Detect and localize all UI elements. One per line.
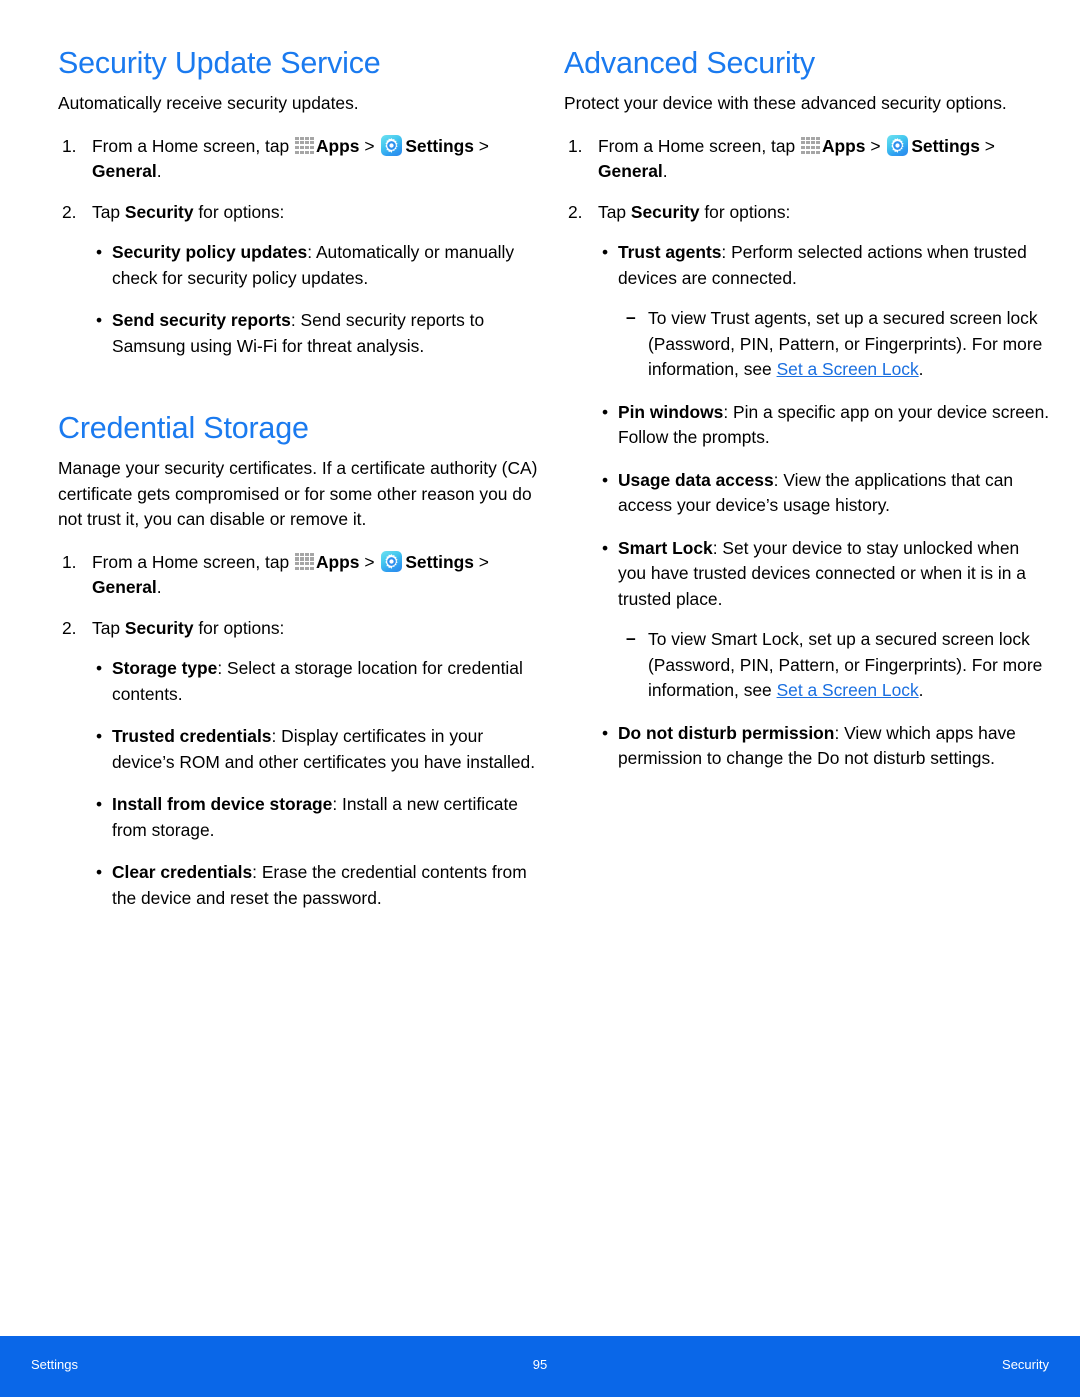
step-number: 2.: [568, 201, 583, 222]
right-column: Advanced Security Protect your device wit…: [564, 46, 1051, 928]
bullet-dot-icon: •: [602, 242, 609, 263]
numbered-step: 2. Tap Security for options:: [58, 200, 545, 226]
option-bullet: • Clear credentials: Erase the credential…: [58, 860, 545, 911]
sub-note: – To view Trust agents, set up a secured …: [626, 307, 1043, 380]
numbered-step: 2. Tap Security for options:: [58, 616, 545, 642]
section-heading: Security Update Service: [58, 46, 381, 80]
settings-gear-icon: [381, 550, 403, 572]
bullet-dot-icon: •: [96, 310, 103, 331]
bullet-dot-icon: •: [96, 726, 103, 747]
apps-grid-icon: [295, 136, 314, 155]
general-label: General: [598, 161, 663, 182]
bullet-dot-icon: •: [602, 722, 609, 743]
step-number: 2.: [62, 617, 77, 638]
step-list: 1. From a Home screen, tap Apps > Setting…: [564, 134, 1051, 226]
option-bullet: • Install from device storage: Install a …: [58, 792, 545, 843]
option-term: Install from device storage: [112, 794, 333, 815]
option-term: Do not disturb permission: [618, 722, 835, 743]
section-heading: Credential Storage: [58, 411, 309, 446]
step-number: 1.: [568, 135, 583, 156]
section-heading: Advanced Security: [564, 46, 815, 80]
option-term: Clear credentials: [112, 862, 253, 883]
option-bullet: • Do not disturb permission: View which a…: [564, 721, 1051, 772]
option-term: Smart Lock: [618, 537, 713, 558]
option-list: • Storage type: Select a storage location…: [58, 656, 545, 911]
option-bullet: • Pin windows: Pin a specific app on your…: [564, 400, 1051, 451]
security-label: Security: [630, 201, 700, 222]
section-intro-text: Protect your device with these advanced …: [564, 93, 1007, 114]
settings-gear-icon: [381, 134, 403, 156]
section-intro-text: Manage your security certificates. If a …: [58, 458, 538, 530]
footer-page-number: 95: [532, 1357, 548, 1372]
option-bullet: • Smart Lock: Set your device to stay unl…: [564, 536, 1051, 704]
option-bullet: • Storage type: Select a storage location…: [58, 656, 545, 707]
general-label: General: [92, 161, 157, 182]
option-term: Trust agents: [618, 242, 722, 263]
bullet-dot-icon: •: [602, 469, 609, 490]
apps-grid-icon: [801, 136, 820, 155]
settings-label: Settings: [911, 135, 980, 156]
option-term: Security policy updates: [112, 242, 308, 263]
option-term: Send security reports: [112, 310, 291, 331]
bullet-dot-icon: •: [602, 537, 609, 558]
apps-label: Apps: [316, 135, 360, 156]
bullet-dot-icon: •: [602, 401, 609, 422]
apps-grid-icon: [295, 552, 314, 571]
step-list: 1. From a Home screen, tap Apps > Setting…: [58, 134, 545, 226]
dash-bullet-icon: –: [626, 307, 636, 328]
bullet-dot-icon: •: [96, 658, 103, 679]
section-intro-text: Automatically receive security updates.: [58, 93, 359, 114]
step-number: 2.: [62, 201, 77, 222]
option-bullet: • Trusted credentials: Display certificat…: [58, 724, 545, 775]
option-bullet: • Usage data access: View the application…: [564, 468, 1051, 519]
option-bullet: • Send security reports: Send security re…: [58, 308, 545, 359]
page-footer: Settings 95 Security: [0, 1336, 1080, 1397]
settings-label: Settings: [405, 135, 474, 156]
footer-right-label: Security: [1002, 1357, 1049, 1372]
numbered-step: 1. From a Home screen, tap Apps > Setting…: [62, 134, 489, 182]
cross-reference-link[interactable]: Set a Screen Lock: [777, 680, 919, 700]
bullet-dot-icon: •: [96, 794, 103, 815]
numbered-step: 1. From a Home screen, tap Apps > Setting…: [62, 550, 489, 598]
sub-note: – To view Smart Lock, set up a secured sc…: [626, 628, 1043, 701]
dash-bullet-icon: –: [626, 628, 636, 649]
option-list: • Security policy updates: Automatically …: [58, 240, 545, 359]
option-term: Usage data access: [618, 469, 774, 490]
security-label: Security: [124, 617, 194, 638]
settings-gear-icon: [887, 134, 909, 156]
two-column-body: Security Update Service Automatically rec…: [0, 46, 1080, 928]
option-term: Pin windows: [618, 401, 724, 422]
numbered-step: 1. From a Home screen, tap Apps > Setting…: [568, 134, 995, 182]
general-label: General: [92, 577, 157, 598]
security-label: Security: [124, 201, 194, 222]
apps-label: Apps: [822, 135, 866, 156]
option-term: Trusted credentials: [112, 726, 272, 747]
option-bullet: • Trust agents: Perform selected actions …: [564, 240, 1051, 383]
option-bullet: • Security policy updates: Automatically …: [58, 240, 545, 291]
bullet-dot-icon: •: [96, 862, 103, 883]
settings-label: Settings: [405, 551, 474, 572]
step-number: 1.: [62, 551, 77, 572]
apps-label: Apps: [316, 551, 360, 572]
sub-note-list: – To view Trust agents, set up a secured …: [618, 306, 1051, 383]
bullet-dot-icon: •: [96, 242, 103, 263]
step-number: 1.: [62, 135, 77, 156]
left-column: Security Update Service Automatically rec…: [58, 46, 545, 928]
option-list: • Trust agents: Perform selected actions …: [564, 240, 1051, 772]
sub-note-list: – To view Smart Lock, set up a secured sc…: [618, 627, 1051, 704]
cross-reference-link[interactable]: Set a Screen Lock: [777, 359, 919, 379]
step-list: 1. From a Home screen, tap Apps > Setting…: [58, 550, 545, 642]
numbered-step: 2. Tap Security for options:: [564, 200, 1051, 226]
manual-page: Security Update Service Automatically rec…: [0, 0, 1080, 1397]
option-term: Storage type: [112, 658, 218, 679]
